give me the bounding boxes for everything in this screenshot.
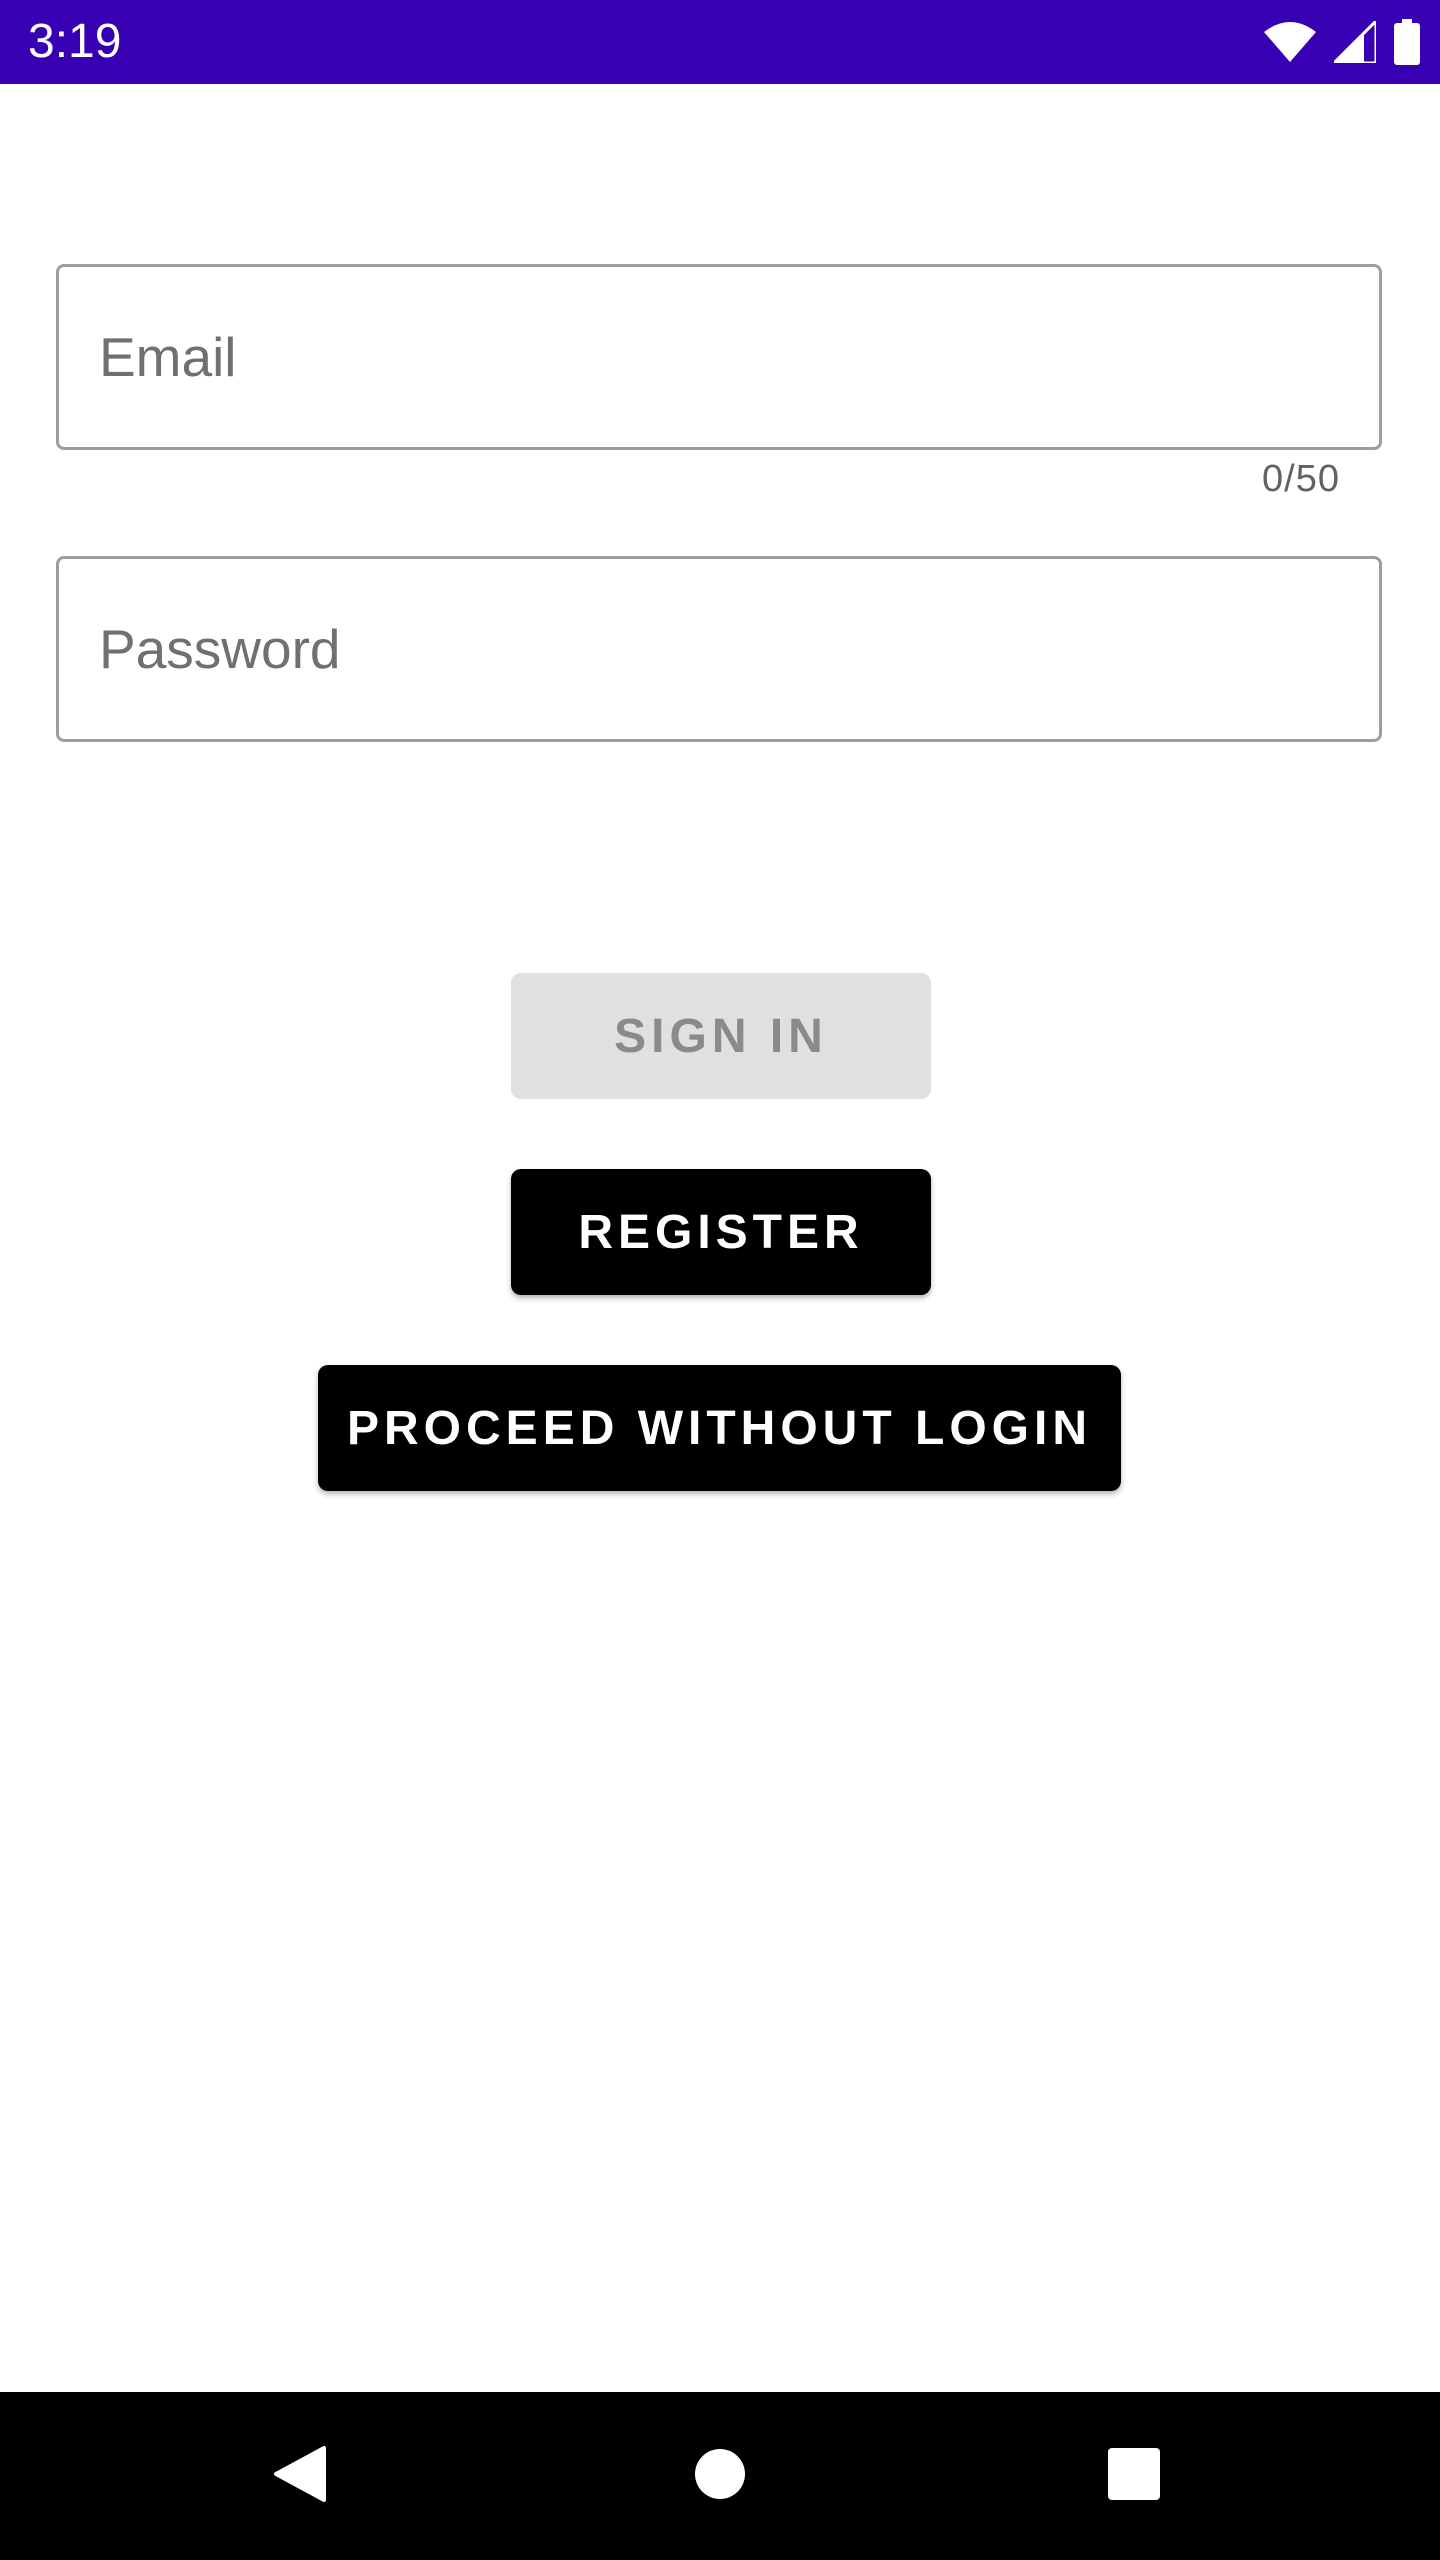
password-input[interactable] <box>99 559 1339 739</box>
status-bar: 3:19 <box>0 0 1440 84</box>
register-button[interactable]: REGISTER <box>511 1169 931 1295</box>
back-icon <box>272 2444 328 2509</box>
email-char-counter: 0/50 <box>1262 458 1340 500</box>
wifi-icon <box>1264 22 1316 62</box>
login-screen: 3:19 0/50 <box>0 0 1440 2560</box>
password-field[interactable] <box>56 556 1382 742</box>
recents-icon <box>1107 2447 1161 2506</box>
email-input[interactable] <box>99 267 1339 447</box>
navigation-bar <box>0 2392 1440 2560</box>
cell-signal-icon <box>1334 21 1376 63</box>
email-field[interactable] <box>56 264 1382 450</box>
sign-in-button[interactable]: SIGN IN <box>511 973 931 1099</box>
back-button[interactable] <box>220 2392 380 2560</box>
home-button[interactable] <box>640 2392 800 2560</box>
recents-button[interactable] <box>1054 2392 1214 2560</box>
proceed-without-login-button[interactable]: PROCEED WITHOUT LOGIN <box>318 1365 1121 1491</box>
home-icon <box>694 2448 746 2505</box>
battery-icon <box>1394 19 1420 65</box>
status-time: 3:19 <box>28 15 122 68</box>
status-icons <box>1264 16 1420 68</box>
